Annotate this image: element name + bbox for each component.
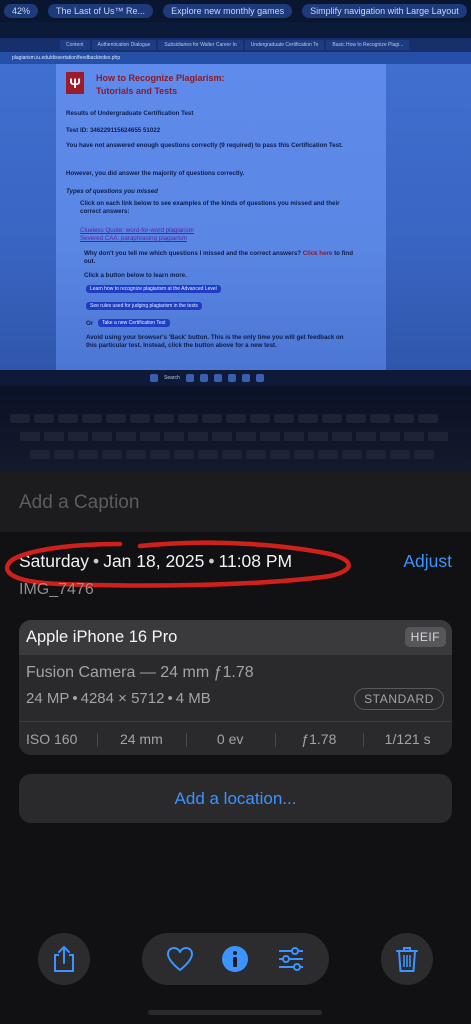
- missed-link-2: Severed CAA: paraphrasing plagiarism: [80, 235, 187, 242]
- app-icon: [255, 374, 264, 382]
- types-heading: Types of questions you missed: [66, 188, 158, 195]
- laptop-keyboard: [0, 386, 471, 472]
- avoid-text: Avoid using your browser's 'Back' button…: [86, 334, 344, 349]
- photo-preview[interactable]: 42% The Last of Us™ Re... Explore new mo…: [0, 0, 471, 472]
- image-specs: 24 MP • 4284 × 5712 • 4 MB: [26, 690, 211, 707]
- missed-link-1: Clueless Quote: word-for-word plagiarism: [80, 227, 194, 234]
- key-row: [20, 432, 448, 442]
- exif-shutter: 1/121 s: [363, 731, 452, 747]
- date-date: Jan 18, 2025: [103, 551, 205, 571]
- exif-exposure-bias: 0 ev: [185, 731, 275, 747]
- exif-iso: ISO 160: [26, 730, 78, 747]
- exif-focal-length: 24 mm: [97, 731, 186, 747]
- laptop-screen: Ψ How to Recognize Plagiarism: Tutorials…: [0, 64, 471, 370]
- key-row: [30, 450, 434, 460]
- page-title: How to Recognize Plagiarism: Tutorials a…: [96, 73, 225, 96]
- app-icon: [227, 374, 236, 382]
- app-icon: [241, 374, 250, 382]
- app-icon: [199, 374, 208, 382]
- share-button[interactable]: [38, 933, 90, 985]
- add-location-button[interactable]: Add a location...: [19, 774, 452, 823]
- browser-tab: Authentication Dialogue: [91, 40, 157, 50]
- action-pill: [142, 933, 329, 985]
- file-name: IMG_7476: [19, 581, 94, 598]
- click-each-text: Click on each link below to see examples…: [80, 200, 340, 215]
- taskbar-search: Search: [164, 375, 180, 381]
- majority-text: However, you did answer the majority of …: [66, 170, 245, 177]
- info-button[interactable]: [217, 941, 253, 977]
- delete-button[interactable]: [381, 933, 433, 985]
- exif-row: ISO 160 24 mm 0 ev ƒ1.78 1/121 s: [19, 721, 452, 755]
- camera-info-card: Apple iPhone 16 Pro HEIF Fusion Camera —…: [19, 620, 452, 755]
- new-test-button: Take a new Certification Test: [98, 319, 170, 327]
- exif-aperture: ƒ1.78: [274, 731, 364, 747]
- not-enough-text: You have not answered enough questions c…: [66, 142, 343, 149]
- device-name: Apple iPhone 16 Pro: [26, 628, 178, 646]
- click-button-text: Click a button below to learn more.: [84, 272, 187, 279]
- top-item: 42%: [4, 4, 39, 18]
- sliders-icon: [279, 947, 304, 971]
- lens-info: Fusion Camera — 24 mm ƒ1.78: [26, 664, 254, 681]
- edit-button[interactable]: [273, 941, 309, 977]
- home-indicator: [148, 1010, 322, 1015]
- app-icon: [185, 374, 194, 382]
- key-row: [10, 414, 438, 424]
- app-icon: [213, 374, 222, 382]
- date-time: Saturday • Jan 18, 2025 • 11:08 PM: [19, 551, 293, 571]
- browser-top-strip: 42% The Last of Us™ Re... Explore new mo…: [0, 0, 471, 22]
- photo-style-badge: STANDARD: [354, 688, 444, 710]
- browser-tab: Subsidiaries for Walter Career In: [158, 40, 243, 50]
- top-item: Simplify navigation with Large Layout: [302, 4, 467, 18]
- browser-tabbar: Content Authentication Dialogue Subsidia…: [0, 38, 471, 52]
- why-dont-text: Why don't you tell me which questions I …: [84, 250, 353, 265]
- advanced-level-button: Learn how to recognize plagiarism at the…: [86, 285, 221, 293]
- windows-start-icon: [150, 374, 158, 382]
- browser-tab: Basic How to Recognize Plagi...: [326, 40, 410, 50]
- browser-tab: Content: [60, 40, 90, 50]
- date-time-value: 11:08 PM: [218, 551, 293, 571]
- date-day: Saturday: [19, 551, 90, 571]
- favorite-button[interactable]: [162, 941, 198, 977]
- share-icon: [54, 946, 74, 972]
- browser-url: plagiarism.iu.edu/dissertation/feedbacki…: [0, 52, 471, 64]
- top-item: The Last of Us™ Re...: [48, 4, 154, 18]
- heart-icon: [166, 947, 193, 971]
- windows-taskbar: Search: [0, 370, 471, 386]
- adjust-date-button[interactable]: Adjust: [403, 551, 452, 572]
- caption-field[interactable]: Add a Caption: [19, 492, 139, 514]
- iu-logo: Ψ: [66, 72, 84, 94]
- info-icon: [222, 946, 249, 972]
- results-heading: Results of Undergraduate Certification T…: [66, 110, 194, 117]
- browser-tab: Undergraduate Certification Te: [244, 40, 325, 50]
- top-item: Explore new monthly games: [163, 4, 293, 18]
- web-page: Ψ How to Recognize Plagiarism: Tutorials…: [56, 64, 386, 370]
- rules-button: See rules used for judging plagiarism in…: [86, 302, 202, 310]
- format-badge: HEIF: [404, 627, 446, 647]
- trash-icon: [396, 947, 418, 972]
- test-id: Test ID: 346229115624655 51022: [66, 127, 161, 134]
